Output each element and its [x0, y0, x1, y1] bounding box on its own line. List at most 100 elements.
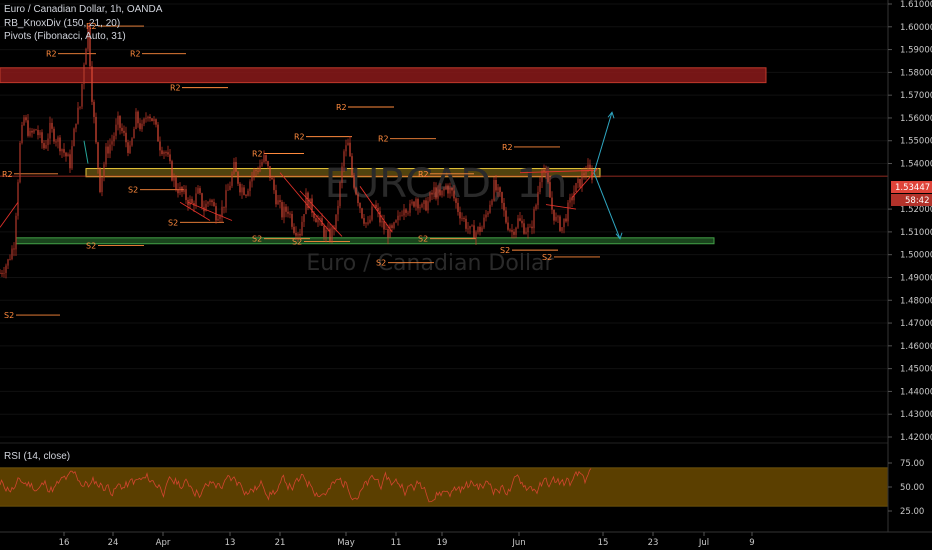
candle-body — [1, 273, 3, 274]
candle-body — [287, 211, 289, 214]
candle-body — [483, 217, 485, 228]
price-tick-label: 1.55000 — [900, 137, 932, 147]
candle-body — [501, 192, 503, 203]
time-tick-label: 13 — [225, 538, 236, 548]
candle-body — [457, 202, 459, 212]
candle-body — [147, 116, 149, 119]
price-tick-label: 1.60000 — [900, 23, 932, 33]
candle-body — [421, 203, 423, 208]
rsi-axis: 75.00 50.00 25.00 — [888, 459, 924, 517]
candle-body — [263, 155, 265, 163]
chart-canvas[interactable]: EURCAD, 1h Euro / Canadian Dollar R2R2 R2… — [0, 0, 932, 550]
candle-body — [455, 198, 457, 203]
candle-body — [467, 228, 469, 230]
candle-body — [23, 117, 25, 125]
indicator-legend-rsi[interactable]: RSI (14, close) — [4, 451, 70, 463]
candle-body — [491, 200, 493, 205]
pivot-label-s2: S2 — [86, 242, 96, 251]
candle-body — [509, 229, 511, 231]
candle-body — [519, 218, 521, 221]
pivot-label-r2: R2 — [378, 135, 389, 144]
candle-body — [129, 145, 131, 153]
candle-body — [277, 200, 279, 205]
candle-body — [41, 132, 43, 144]
candle-body — [463, 218, 465, 219]
price-tick-label: 1.56000 — [900, 114, 932, 124]
signal-marker — [83, 140, 89, 164]
indicator-legend-knoxdiv[interactable]: RB_KnoxDiv (150, 21, 20) — [4, 18, 120, 30]
candle-body — [371, 206, 373, 220]
candle-body — [227, 189, 229, 191]
candle-body — [549, 182, 551, 198]
candle-body — [117, 115, 119, 125]
candle-body — [169, 154, 171, 162]
candle-body — [503, 202, 505, 211]
candle-body — [407, 212, 409, 214]
candle-body — [3, 272, 5, 274]
candle-body — [579, 178, 581, 188]
candle-body — [353, 175, 355, 188]
candle-body — [231, 173, 233, 186]
candle-body — [535, 205, 537, 210]
candle-body — [309, 198, 311, 209]
price-tick-label: 1.47000 — [900, 319, 932, 329]
candle-body — [213, 202, 215, 207]
candle-body — [577, 178, 579, 184]
candle-body — [61, 149, 63, 152]
candle-body — [355, 187, 357, 195]
candle-body — [505, 210, 507, 223]
time-tick-label: Apr — [156, 538, 171, 548]
candle-body — [337, 205, 339, 215]
candle-body — [477, 226, 479, 233]
candle-body — [349, 142, 351, 157]
candle-body — [465, 218, 467, 229]
candle-body — [475, 232, 477, 239]
candle-body — [521, 220, 523, 224]
candle-body — [283, 206, 285, 218]
candle-body — [75, 123, 77, 129]
candle-body — [435, 187, 437, 199]
pivot-label-s2: S2 — [4, 311, 14, 320]
candle-body — [553, 209, 555, 221]
candle-body — [367, 222, 369, 224]
candle-body — [385, 229, 387, 230]
candle-body — [17, 182, 19, 216]
candle-body — [11, 248, 13, 260]
candle-body — [221, 206, 223, 217]
indicator-legend-pivots[interactable]: Pivots (Fibonacci, Auto, 31) — [4, 31, 126, 43]
candle-body — [515, 227, 517, 235]
candle-body — [145, 118, 147, 120]
candle-body — [111, 141, 113, 145]
time-tick-label: Jul — [698, 538, 709, 548]
bearish-arrow — [593, 172, 621, 239]
price-tick-label: 1.42000 — [900, 433, 932, 443]
candle-body — [401, 215, 403, 217]
candle-body — [273, 179, 275, 191]
candle-body — [423, 200, 425, 204]
candle-body — [259, 165, 261, 172]
candle-body — [585, 171, 587, 175]
candle-body — [209, 200, 211, 203]
candle-body — [437, 189, 439, 199]
candle-body — [295, 232, 297, 236]
symbol-legend[interactable]: Euro / Canadian Dollar, 1h, OANDA — [4, 4, 162, 16]
candle-body — [67, 154, 69, 157]
candle-body — [45, 145, 47, 149]
candle-body — [265, 155, 267, 162]
candle-body — [489, 204, 491, 213]
candle-body — [487, 212, 489, 215]
price-badge-countdown: 58:42 — [905, 196, 930, 206]
candle-body — [201, 193, 203, 208]
candle-body — [299, 233, 301, 236]
candle-body — [533, 209, 535, 229]
candle-body — [461, 218, 463, 219]
candle-body — [481, 227, 483, 232]
candle-body — [575, 183, 577, 192]
pivot-label-r2: R2 — [252, 149, 263, 158]
time-tick-label: 16 — [59, 538, 70, 548]
candle-body — [81, 83, 83, 107]
candle-body — [37, 130, 39, 136]
candle-body — [91, 66, 93, 102]
candle-body — [279, 200, 281, 202]
candle-body — [249, 181, 251, 191]
